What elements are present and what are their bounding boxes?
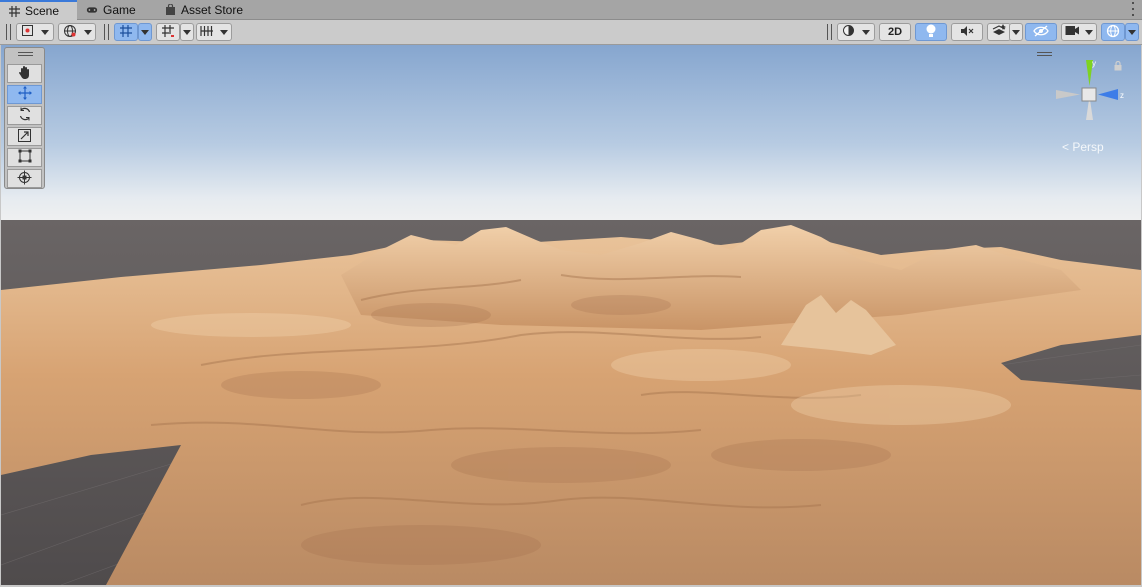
transform-icon [17,170,32,188]
grid-snap-icon [119,24,133,41]
gamepad-icon [86,4,98,16]
panel-drag-handle-icon[interactable] [18,52,33,56]
scale-icon [18,128,31,145]
ruler-grid-icon [200,25,214,40]
center-cube[interactable] [1081,87,1097,102]
scene-viewport[interactable] [1,45,1141,585]
audio-icon [960,25,974,40]
tab-asset-store[interactable]: Asset Store [156,0,266,19]
2d-mode-label: 2D [887,26,903,38]
chevron-down-icon [41,29,50,35]
scene-tools-panel [4,47,45,189]
increment-snap-dropdown[interactable] [180,23,194,41]
gizmos-icon [1106,24,1120,41]
more-options-icon[interactable] [1130,2,1136,16]
tab-label: Scene [25,4,60,18]
effects-button[interactable] [987,23,1011,41]
hidden-objects-icon [1033,24,1049,40]
global-local-dropdown[interactable] [58,23,96,41]
draw-mode-dropdown[interactable] [16,23,54,41]
chevron-down-icon [1085,29,1094,35]
scene-camera-dropdown[interactable] [1061,23,1097,41]
shading-icon [842,24,855,40]
rect-tool[interactable] [7,148,42,167]
window-tab-bar: Scene Game Asset Store [0,0,1142,20]
tab-scene[interactable]: Scene [0,0,77,20]
tab-label: Asset Store [181,2,244,17]
toolbar-grip-icon[interactable] [104,24,109,40]
scene-toolbar: 2D [0,20,1142,45]
terrain-scene [1,45,1141,585]
hand-tool[interactable] [7,64,42,83]
tab-label: Game [103,2,136,17]
rect-transform-icon [18,149,32,166]
chevron-down-icon [183,29,191,35]
svg-text:y: y [1092,59,1096,68]
chevron-down-icon [862,29,871,35]
gizmo-drag-handle-icon[interactable] [1037,52,1052,56]
grid-visibility-dropdown[interactable] [196,23,232,41]
shopping-bag-icon [164,3,176,16]
rotate-tool[interactable] [7,106,42,125]
2d-mode-button[interactable]: 2D [879,23,911,41]
draw-mode-icon [21,24,34,40]
chevron-down-icon [1012,29,1020,35]
move-tool[interactable] [7,85,42,104]
toolbar-grip-icon[interactable] [827,24,832,40]
gizmos-dropdown[interactable] [1125,23,1139,41]
z-axis-handle[interactable] [1098,89,1118,100]
chevron-down-icon [83,29,92,35]
snap-increment-icon [161,24,175,41]
lighting-icon [925,24,937,41]
toolbar-grip-icon[interactable] [6,24,11,40]
shading-mode-dropdown[interactable] [837,23,875,41]
camera-icon [1065,25,1080,39]
audio-toggle[interactable] [951,23,983,41]
lighting-toggle[interactable] [915,23,947,41]
hand-icon [18,65,32,83]
increment-snap-button[interactable] [156,23,180,41]
gizmos-toggle[interactable] [1101,23,1125,41]
rotate-icon [18,107,32,124]
chevron-down-icon [1128,29,1136,35]
tab-game[interactable]: Game [78,0,156,19]
projection-label[interactable]: < Persp [1062,140,1104,154]
move-arrows-icon [17,86,32,103]
chevron-down-icon [141,29,149,35]
effects-icon [992,24,1006,40]
effects-dropdown[interactable] [1009,23,1023,41]
global-icon [63,24,77,41]
x-axis-handle[interactable] [1056,90,1080,99]
grid-icon [8,5,20,17]
svg-text:z: z [1120,91,1124,100]
grid-snap-dropdown[interactable] [138,23,152,41]
hidden-objects-toggle[interactable] [1025,23,1057,41]
scale-tool[interactable] [7,127,42,146]
transform-tool[interactable] [7,169,42,188]
chevron-down-icon [220,29,228,35]
grid-snap-button[interactable] [114,23,138,41]
orientation-gizmo[interactable]: z y [1052,56,1132,128]
